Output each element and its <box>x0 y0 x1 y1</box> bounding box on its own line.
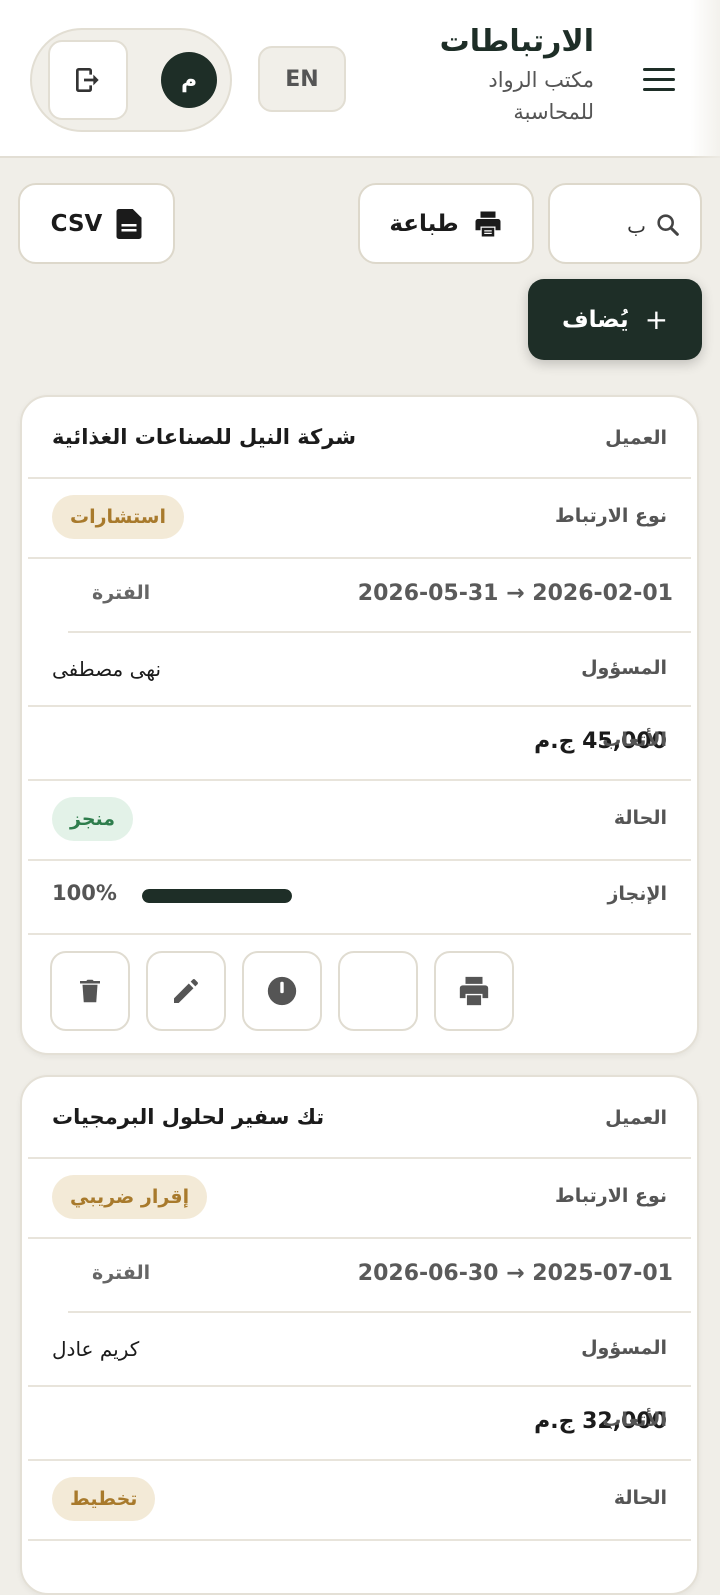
csv-export-button[interactable]: CSV <box>18 183 175 264</box>
period-label: الفترة <box>92 1262 151 1284</box>
print-row-button[interactable] <box>434 951 514 1031</box>
type-badge: استشارات <box>52 495 184 539</box>
period-value: 2025-07-01 → 2026-06-30 <box>357 1261 673 1286</box>
print-icon <box>475 211 501 236</box>
edit-icon <box>174 979 198 1003</box>
client-label: العميل <box>605 1107 667 1129</box>
status-label: الحالة <box>613 807 667 829</box>
fees-row: 32,000 ج.م الأتعاب <box>28 1387 691 1461</box>
owner-row: المسؤول نهى مصطفى <box>28 633 691 707</box>
print-icon <box>459 976 489 1006</box>
menu-icon[interactable] <box>641 66 677 94</box>
owner-name: نهى مصطفى <box>52 657 162 681</box>
status-action-button[interactable] <box>242 951 322 1031</box>
type-badge: إقرار ضريبي <box>52 1175 208 1219</box>
search-input[interactable] <box>562 205 648 247</box>
status-icon <box>267 976 297 1006</box>
file-icon <box>116 208 142 239</box>
add-engagement-button[interactable]: + يُضاف <box>528 279 702 360</box>
delete-button[interactable] <box>50 951 130 1031</box>
fees-row: 45,000 ج.م الأتعاب <box>28 707 691 781</box>
progress-bar <box>142 889 292 903</box>
client-label: العميل <box>605 427 667 449</box>
actions-row <box>28 951 691 1035</box>
owner-label: المسؤول <box>581 1337 667 1359</box>
client-name: شركة النيل للصناعات الغذائية <box>52 425 356 449</box>
edge-shade <box>690 0 720 158</box>
type-label: نوع الارتباط <box>555 1185 667 1207</box>
logout-icon <box>76 68 99 92</box>
owner-label: المسؤول <box>581 657 667 679</box>
csv-label: CSV <box>50 210 103 237</box>
completion-label: الإنجاز <box>607 883 667 905</box>
user-menu: م <box>30 28 232 132</box>
owner-name: كريم عادل <box>52 1337 140 1361</box>
type-row: نوع الارتباط إقرار ضريبي <box>28 1159 691 1239</box>
fees-label: الأتعاب <box>602 729 667 751</box>
completion-row: الإنجاز 100% <box>28 861 691 935</box>
period-label: الفترة <box>92 582 151 604</box>
logout-button[interactable] <box>48 40 128 120</box>
period-value: 2026-02-01 → 2026-05-31 <box>357 581 673 606</box>
type-label: نوع الارتباط <box>555 505 667 527</box>
avatar[interactable]: م <box>161 52 217 108</box>
fees-label: الأتعاب <box>602 1409 667 1431</box>
add-label: يُضاف <box>561 306 629 333</box>
progress-fill <box>142 889 292 903</box>
language-toggle-button[interactable]: EN <box>258 46 346 112</box>
engagement-card: العميل شركة النيل للصناعات الغذائية نوع … <box>20 395 699 1055</box>
status-badge: تخطيط <box>52 1477 156 1521</box>
status-row: الحالة منجز <box>28 781 691 861</box>
search-icon <box>657 214 679 236</box>
engagement-card: العميل تك سفير لحلول البرمجيات نوع الارت… <box>20 1075 699 1595</box>
period-row: 2026-02-01 → 2026-05-31 الفترة <box>68 559 691 633</box>
status-badge: منجز <box>52 797 134 841</box>
print-label: طباعة <box>389 210 459 237</box>
delete-icon <box>80 979 100 1003</box>
status-row: الحالة تخطيط <box>28 1461 691 1541</box>
app-header: الارتباطات مكتب الرواد للمحاسبة EN م <box>0 0 720 158</box>
plus-icon: + <box>644 303 669 336</box>
owner-row: المسؤول كريم عادل <box>28 1313 691 1387</box>
type-row: نوع الارتباط استشارات <box>28 479 691 559</box>
client-name: تك سفير لحلول البرمجيات <box>52 1105 325 1129</box>
blank-action-button[interactable] <box>338 951 418 1031</box>
client-row: العميل شركة النيل للصناعات الغذائية <box>28 397 691 479</box>
edit-button[interactable] <box>146 951 226 1031</box>
client-row: العميل تك سفير لحلول البرمجيات <box>28 1077 691 1159</box>
office-name: مكتب الرواد للمحاسبة <box>488 68 594 124</box>
period-row: 2025-07-01 → 2026-06-30 الفترة <box>68 1239 691 1313</box>
progress-percent: 100% <box>52 881 117 905</box>
print-button[interactable]: طباعة <box>358 183 534 264</box>
status-label: الحالة <box>613 1487 667 1509</box>
search-box[interactable] <box>548 183 702 264</box>
